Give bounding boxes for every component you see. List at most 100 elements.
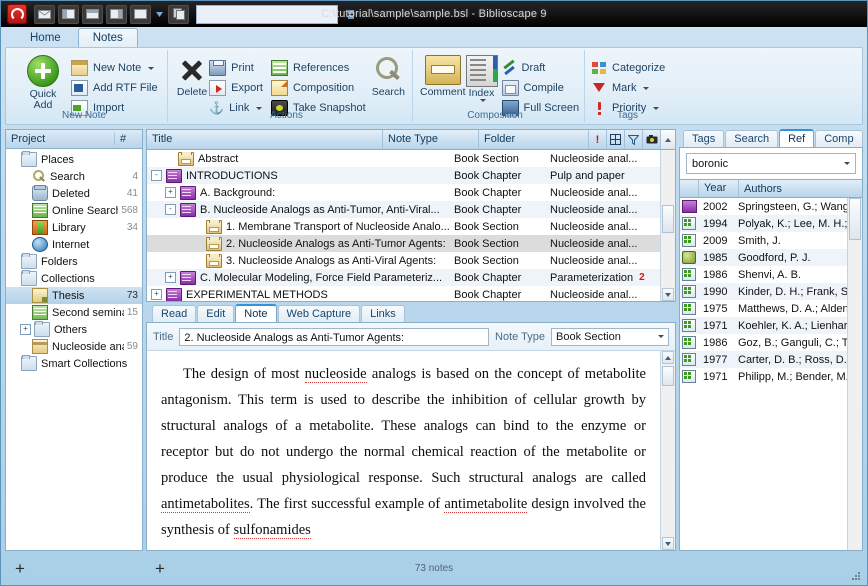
chevron-down-icon[interactable] [479,99,486,102]
ref-row[interactable]: 1971 Koehler, K. A.; Lienhard, ... [680,317,847,334]
column-header-folder[interactable]: Folder [479,130,589,149]
row-expander[interactable]: + [151,289,162,300]
ref-row[interactable]: 1971 Philipp, M.; Bender, M. L. [680,368,847,385]
chevron-down-icon[interactable] [154,6,165,23]
sidebar-item-nucleoside-analogs[interactable]: Nucleoside analogs59 [6,338,142,355]
tab-edit[interactable]: Edit [197,305,235,322]
column-header-note-type[interactable]: Note Type [383,130,479,149]
sidebar-item-library[interactable]: Library 34 [6,219,142,236]
ref-column-header-year[interactable]: Year [699,180,739,197]
sidebar-item-internet[interactable]: Internet [6,236,142,253]
sidebar-item-smart-collections[interactable]: Smart Collections [6,355,142,372]
right-tab-ref[interactable]: Ref [779,129,815,147]
note-list-scrollbar[interactable] [660,150,675,301]
ref-row[interactable]: 1986 Shenvi, A. B. [680,266,847,283]
draft-button[interactable]: Draft [502,60,580,77]
copy-icon[interactable] [168,4,189,24]
row-expander[interactable]: + [165,272,176,283]
ref-row[interactable]: 2009 Smith, J. [680,232,847,249]
row-expander[interactable]: + [165,187,176,198]
note-list-rows[interactable]: Abstract Book Section Nucleoside anal... - I… [147,150,660,301]
column-header-filter-icon[interactable] [625,130,643,149]
mark-button[interactable]: Mark [592,80,665,97]
sidebar-item-others[interactable]: + Others [6,321,142,338]
ref-row[interactable]: 1977 Carter, D. B.; Ross, D. A.; I... [680,351,847,368]
column-header-priority-icon[interactable]: ! [589,130,607,149]
compile-button[interactable]: Compile [501,80,580,97]
ref-column-header-authors[interactable]: Authors [739,183,862,195]
sidebar-item-online-search[interactable]: Online Search 568 [6,202,142,219]
ref-search-combo[interactable]: boronic [686,153,856,174]
chevron-down-icon[interactable] [643,86,650,90]
composition-button[interactable]: Composition [270,80,366,97]
layout-left-icon[interactable] [58,4,79,24]
project-tree[interactable]: Places Search 4 Deleted 41 Online Search 568 Li… [6,149,142,550]
quick-search-input[interactable] [196,4,338,24]
sidebar-item-thesis[interactable]: Thesis 73 [6,287,142,304]
row-expander[interactable]: - [151,170,162,181]
print-button[interactable]: Print [209,60,263,77]
mail-icon[interactable] [34,4,55,24]
export-button[interactable]: Export [209,80,263,97]
resize-grip[interactable] [852,572,861,581]
ref-row[interactable]: 1994 Polyak, K.; Lee, M. H.; Erd... [680,215,847,232]
right-tab-search[interactable]: Search [725,130,779,147]
scrollbar-thumb[interactable] [662,205,674,233]
layout-top-icon[interactable] [82,4,103,24]
right-tab-bar[interactable]: Tags Search Ref Comp [679,129,863,147]
tab-web-capture[interactable]: Web Capture [277,305,361,322]
scroll-down-arrow[interactable] [662,288,674,301]
column-header-title[interactable]: Title [147,130,383,149]
title-input[interactable]: 2. Nucleoside Analogs as Anti-Tumor Agen… [179,327,490,346]
ref-row[interactable]: 1985 Goodford, P. J. [680,249,847,266]
ref-scrollbar-thumb[interactable] [849,198,861,240]
layout-split-icon[interactable] [106,4,127,24]
tab-links[interactable]: Links [361,305,405,322]
editor-scrollbar-thumb[interactable] [662,366,674,386]
editor-scroll-down[interactable] [662,537,674,550]
table-row[interactable]: + EXPERIMENTAL METHODS Book Chapter Nucleos… [147,286,660,301]
ref-row[interactable]: 2002 Springsteen, G.; Wang, B. [680,198,847,215]
right-tab-tags[interactable]: Tags [683,130,725,147]
table-row[interactable]: - B. Nucleoside Analogs as Anti-Tumor, An… [147,201,660,218]
table-row[interactable]: 3. Nucleoside Analogs as Anti-Viral Agen… [147,252,660,269]
ref-row[interactable]: 1975 Matthews, D. A.; Alden, R... [680,300,847,317]
sidebar-item-deleted[interactable]: Deleted 41 [6,185,142,202]
ref-list-scrollbar[interactable] [847,198,862,550]
categorize-button[interactable]: Categorize [592,60,665,77]
tab-note[interactable]: Note [235,304,277,322]
column-header-camera-icon[interactable] [643,130,661,149]
ribbon-tab-home[interactable]: Home [15,28,76,47]
chevron-down-icon[interactable] [844,162,850,165]
quick-search-go-icon[interactable] [346,9,356,19]
column-header-grid-icon[interactable] [607,130,625,149]
add-rtf-file-button[interactable]: Add RTF File [71,80,158,97]
new-note-button[interactable]: New Note [71,60,158,77]
editor-scroll-up[interactable] [662,351,674,364]
references-button[interactable]: References [270,60,366,77]
sidebar-item-second-seminar[interactable]: Second seminar 15 [6,304,142,321]
ref-row[interactable]: 1986 Goz, B.; Ganguli, C.; Troc... [680,334,847,351]
ref-list-rows[interactable]: 2002 Springsteen, G.; Wang, B. 1994 Polyak,… [680,198,847,550]
chevron-down-icon[interactable] [148,66,155,70]
chevron-down-icon[interactable] [658,335,664,338]
row-expander[interactable]: - [165,204,176,215]
sidebar-item-places[interactable]: Places [6,151,142,168]
right-tab-comp[interactable]: Comp [815,130,863,147]
sidebar-item-search[interactable]: Search 4 [6,168,142,185]
layout-single-icon[interactable] [130,4,151,24]
editor-scrollbar[interactable] [660,351,675,550]
note-body-text[interactable]: The design of most nucleoside analogs is… [147,351,660,550]
tree-expander[interactable]: + [20,324,31,335]
table-row[interactable]: - INTRODUCTIONS Book Chapter Pulp and paper [147,167,660,184]
table-row[interactable]: 1. Membrane Transport of Nucleoside Anal… [147,218,660,235]
table-row[interactable]: 2. Nucleoside Analogs as Anti-Tumor Agen… [147,235,660,252]
ribbon-tab-notes[interactable]: Notes [77,28,138,47]
ref-row[interactable]: 1990 Kinder, D. H.; Frank, S. K.;... [680,283,847,300]
table-row[interactable]: + A. Background: Book Chapter Nucleoside an… [147,184,660,201]
tab-read[interactable]: Read [152,305,197,322]
sidebar-item-folders[interactable]: Folders [6,253,142,270]
table-row[interactable]: + C. Molecular Modeling, Force Field Para… [147,269,660,286]
sidebar-item-collections[interactable]: Collections [6,270,142,287]
detail-tab-bar[interactable]: Read Edit Note Web Capture Links [146,304,676,322]
